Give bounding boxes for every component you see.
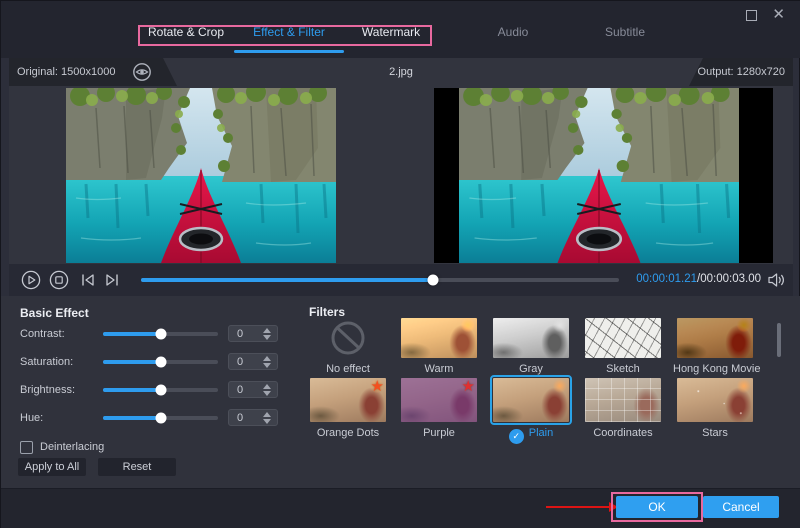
player-progress-fill — [141, 278, 433, 282]
output-preview-image — [459, 88, 739, 263]
original-size-label: Original: 1500x1000 — [17, 66, 115, 78]
selected-check-icon: ✓ — [509, 429, 524, 444]
close-icon[interactable]: ✕ — [772, 8, 785, 22]
previous-frame-button[interactable] — [79, 270, 99, 290]
filter-orange-dots[interactable]: ★ Orange Dots — [306, 378, 390, 439]
deinterlacing-label: Deinterlacing — [40, 441, 104, 453]
contrast-value: 0 — [237, 328, 243, 340]
reset-button[interactable]: Reset — [98, 458, 176, 476]
filter-label: ✓Plain — [489, 427, 573, 444]
filter-plain[interactable]: ✓Plain — [489, 378, 573, 444]
filter-label: Warm — [397, 363, 481, 375]
output-size-label: Output: 1280x720 — [698, 66, 785, 78]
preview-compare-eye-icon[interactable] — [131, 62, 153, 82]
no-effect-icon — [310, 318, 386, 358]
hue-value: 0 — [237, 412, 243, 424]
filter-thumbnail — [677, 318, 753, 358]
play-button[interactable] — [21, 270, 41, 290]
filter-stars[interactable]: Stars — [673, 378, 757, 439]
active-tab-underline — [234, 50, 344, 53]
effects-panel: Basic Effect Contrast: 0 Saturation: 0 B… — [1, 296, 800, 488]
saturation-spinner-arrows[interactable] — [263, 356, 271, 368]
total-time: 00:00:03.00 — [700, 273, 761, 285]
hue-spinbox[interactable]: 0 — [228, 409, 278, 426]
star-icon: ★ — [371, 377, 384, 395]
original-size-tab: Original: 1500x1000 — [9, 58, 177, 86]
filter-no-effect[interactable]: No effect — [306, 318, 390, 375]
time-display: 00:00:01.21/00:00:03.00 — [636, 273, 761, 285]
filter-thumbnail — [585, 318, 661, 358]
saturation-value: 0 — [237, 356, 243, 368]
original-preview-image — [66, 88, 336, 263]
filter-label: Hong Kong Movie — [673, 363, 757, 375]
filter-label: Gray — [489, 363, 573, 375]
footer-bar: OK Cancel — [1, 488, 800, 528]
output-size-tab: Output: 1280x720 — [689, 58, 793, 86]
contrast-slider[interactable] — [103, 332, 218, 336]
deinterlacing-checkbox[interactable] — [20, 441, 33, 454]
brightness-label: Brightness: — [20, 384, 75, 396]
filter-warm[interactable]: Warm — [397, 318, 481, 375]
filter-coordinates[interactable]: Coordinates — [581, 378, 665, 439]
filter-gray[interactable]: Gray — [489, 318, 573, 375]
seek-bar[interactable] — [141, 278, 619, 282]
saturation-label: Saturation: — [20, 356, 73, 368]
tab-rotate-crop[interactable]: Rotate & Crop — [148, 25, 224, 39]
volume-icon[interactable] — [767, 272, 785, 288]
hue-slider[interactable] — [103, 416, 218, 420]
filter-thumbnail — [677, 378, 753, 422]
stop-button[interactable] — [49, 270, 69, 290]
tab-watermark[interactable]: Watermark — [362, 25, 420, 39]
basic-effect-title: Basic Effect — [20, 306, 89, 320]
output-preview-viewport — [434, 88, 773, 263]
edit-dialog: Rotate & Crop Effect & Filter Watermark … — [0, 0, 800, 528]
annotation-arrow — [546, 506, 610, 508]
maximize-icon[interactable] — [746, 10, 757, 21]
current-time: 00:00:01.21 — [636, 273, 697, 285]
filter-thumbnail — [401, 318, 477, 358]
player-bar: 00:00:01.21/00:00:03.00 — [9, 264, 793, 296]
filter-label: Purple — [397, 427, 481, 439]
filter-label: Sketch — [581, 363, 665, 375]
filter-label: No effect — [306, 363, 390, 375]
titlebar: Rotate & Crop Effect & Filter Watermark … — [1, 1, 800, 58]
filter-thumbnail: ★ — [401, 378, 477, 422]
filter-thumbnail: ★ — [310, 378, 386, 422]
contrast-spinner-arrows[interactable] — [263, 328, 271, 340]
filter-label: Coordinates — [581, 427, 665, 439]
brightness-spinbox[interactable]: 0 — [228, 381, 278, 398]
star-icon: ★ — [462, 377, 475, 395]
ok-button[interactable]: OK — [616, 496, 698, 518]
hue-spinner-arrows[interactable] — [263, 412, 271, 424]
saturation-spinbox[interactable]: 0 — [228, 353, 278, 370]
filter-thumbnail — [493, 378, 569, 422]
filters-title: Filters — [309, 305, 345, 319]
brightness-slider[interactable] — [103, 388, 218, 392]
filter-label: Stars — [673, 427, 757, 439]
saturation-slider[interactable] — [103, 360, 218, 364]
contrast-spinbox[interactable]: 0 — [228, 325, 278, 342]
cancel-button[interactable]: Cancel — [703, 496, 779, 518]
filter-thumbnail — [493, 318, 569, 358]
tab-subtitle[interactable]: Subtitle — [605, 25, 645, 39]
filter-purple[interactable]: ★ Purple — [397, 378, 481, 439]
brightness-spinner-arrows[interactable] — [263, 384, 271, 396]
preview-area: 2.jpg Original: 1500x1000 Output: 1280x7… — [9, 58, 793, 264]
filter-hong-kong-movie[interactable]: Hong Kong Movie — [673, 318, 757, 375]
next-frame-button[interactable] — [103, 270, 123, 290]
contrast-label: Contrast: — [20, 328, 65, 340]
tab-audio[interactable]: Audio — [498, 25, 529, 39]
filter-thumbnail — [585, 378, 661, 422]
filter-sketch[interactable]: Sketch — [581, 318, 665, 375]
filter-label: Orange Dots — [306, 427, 390, 439]
apply-to-all-button[interactable]: Apply to All — [18, 458, 86, 476]
filters-scrollbar[interactable] — [777, 323, 781, 357]
hue-label: Hue: — [20, 412, 43, 424]
brightness-value: 0 — [237, 384, 243, 396]
player-progress-thumb[interactable] — [427, 275, 438, 286]
tab-effect-filter[interactable]: Effect & Filter — [253, 25, 325, 39]
